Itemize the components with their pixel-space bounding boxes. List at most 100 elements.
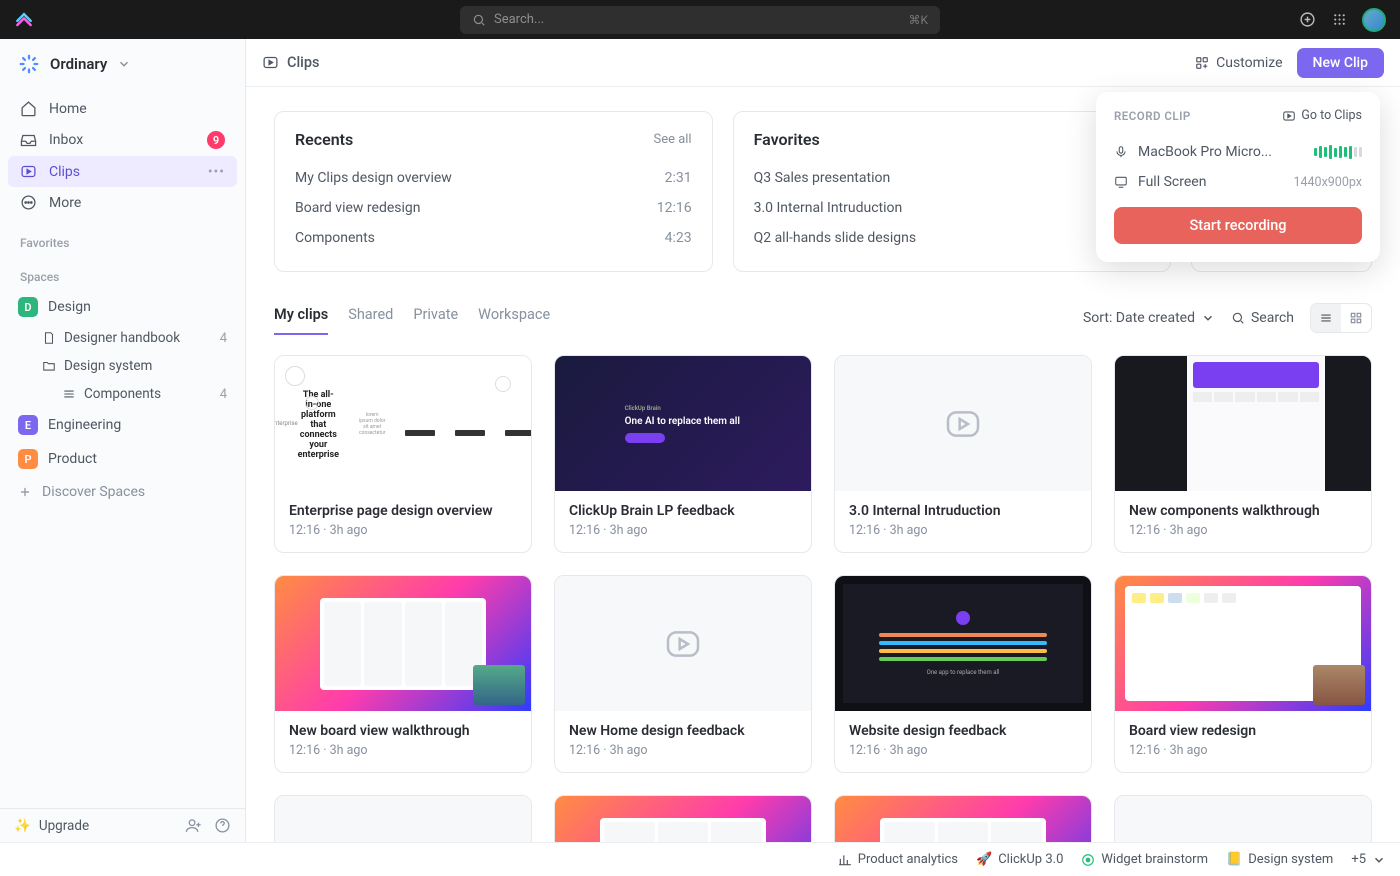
mic-label: MacBook Pro Micro... bbox=[1138, 144, 1272, 160]
apps-grid-icon[interactable] bbox=[1330, 11, 1348, 29]
mic-level-icon bbox=[1314, 145, 1362, 159]
clip-meta: 12:16 · 3h ago bbox=[1129, 743, 1357, 758]
more-icon bbox=[20, 194, 37, 211]
favorites-item[interactable]: Q2 all-hands slide designs9:07 bbox=[754, 223, 1151, 253]
space-child-design-system[interactable]: Design system bbox=[0, 352, 245, 380]
clip-card[interactable]: One app to replace them all Website desi… bbox=[834, 575, 1092, 773]
tab-private[interactable]: Private bbox=[413, 300, 458, 335]
clip-card[interactable] bbox=[554, 795, 812, 842]
discover-spaces[interactable]: Discover Spaces bbox=[0, 476, 245, 508]
clip-thumbnail bbox=[275, 796, 531, 842]
recents-title: Recents bbox=[295, 130, 353, 149]
clip-thumbnail bbox=[835, 796, 1091, 842]
clip-card[interactable]: New Home design feedback12:16 · 3h ago bbox=[554, 575, 812, 773]
clip-title: Website design feedback bbox=[849, 723, 1077, 739]
view-list-button[interactable] bbox=[1311, 304, 1341, 332]
space-child-count: 4 bbox=[220, 387, 227, 402]
favorites-item[interactable]: Q3 Sales presentation1:21 bbox=[754, 163, 1151, 193]
space-design-label: Design bbox=[48, 299, 91, 315]
space-child-components[interactable]: Components 4 bbox=[0, 380, 245, 408]
search-label: Search bbox=[1251, 310, 1294, 326]
tab-my-clips[interactable]: My clips bbox=[274, 300, 328, 335]
clip-card[interactable]: New board view walkthrough12:16 · 3h ago bbox=[274, 575, 532, 773]
clip-title: New components walkthrough bbox=[1129, 503, 1357, 519]
pip-avatar bbox=[473, 665, 525, 705]
nav-home[interactable]: Home bbox=[8, 93, 237, 124]
screen-icon bbox=[1114, 175, 1128, 189]
inbox-icon bbox=[20, 132, 37, 149]
goto-clips-link[interactable]: Go to Clips bbox=[1282, 108, 1362, 123]
view-grid-button[interactable] bbox=[1341, 304, 1371, 332]
space-engineering-chip: E bbox=[18, 415, 38, 435]
nav-more[interactable]: More bbox=[8, 187, 237, 218]
record-dot-icon bbox=[1081, 853, 1095, 867]
clip-meta: 12:16 · 3h ago bbox=[289, 523, 517, 538]
clip-card[interactable] bbox=[274, 795, 532, 842]
customize-button[interactable]: Customize bbox=[1195, 55, 1282, 71]
upgrade-button[interactable]: ✨ Upgrade bbox=[14, 818, 89, 834]
bb-design[interactable]: 📒Design system bbox=[1226, 852, 1333, 867]
clip-card[interactable]: 3.0 Internal Intruduction12:16 · 3h ago bbox=[834, 355, 1092, 553]
nav-clips[interactable]: Clips ••• bbox=[8, 156, 237, 187]
search-placeholder: Search... bbox=[494, 12, 544, 27]
sparkle-icon: ✨ bbox=[14, 818, 31, 834]
new-clip-button[interactable]: New Clip bbox=[1297, 48, 1384, 78]
bb-analytics[interactable]: Product analytics bbox=[838, 852, 958, 867]
clip-meta: 12:16 · 3h ago bbox=[569, 743, 797, 758]
bb-clickup[interactable]: 🚀ClickUp 3.0 bbox=[976, 852, 1063, 867]
clip-card[interactable] bbox=[834, 795, 1092, 842]
clip-icon bbox=[20, 163, 37, 180]
grid-icon bbox=[1349, 311, 1363, 325]
clip-title: ClickUp Brain LP feedback bbox=[569, 503, 797, 519]
clip-meta: 12:16 · 3h ago bbox=[569, 523, 797, 538]
user-avatar[interactable] bbox=[1362, 8, 1386, 32]
clip-thumbnail bbox=[275, 576, 531, 711]
search-shortcut: ⌘K bbox=[908, 13, 928, 27]
space-child-count: 4 bbox=[220, 331, 227, 346]
recents-item[interactable]: My Clips design overview2:31 bbox=[295, 163, 692, 193]
space-child-handbook[interactable]: Designer handbook 4 bbox=[0, 324, 245, 352]
clip-title: Board view redesign bbox=[1129, 723, 1357, 739]
space-engineering-label: Engineering bbox=[48, 417, 121, 433]
folder-icon bbox=[42, 359, 56, 373]
screen-selector[interactable]: Full Screen 1440x900px bbox=[1114, 167, 1362, 197]
plus-icon bbox=[18, 485, 32, 499]
tab-shared[interactable]: Shared bbox=[348, 300, 393, 335]
space-design[interactable]: D Design bbox=[0, 290, 245, 324]
start-recording-button[interactable]: Start recording bbox=[1114, 207, 1362, 244]
customize-label: Customize bbox=[1216, 55, 1282, 71]
space-engineering[interactable]: E Engineering bbox=[0, 408, 245, 442]
space-product-label: Product bbox=[48, 451, 97, 467]
clip-card[interactable]: New components walkthrough12:16 · 3h ago bbox=[1114, 355, 1372, 553]
invite-icon[interactable] bbox=[185, 817, 202, 834]
help-icon[interactable] bbox=[214, 817, 231, 834]
space-product[interactable]: P Product bbox=[0, 442, 245, 476]
workspace-name: Ordinary bbox=[50, 55, 107, 73]
global-search[interactable]: Search... ⌘K bbox=[460, 6, 940, 34]
recents-see-all[interactable]: See all bbox=[653, 132, 691, 147]
clip-card[interactable]: Enterprise The all-in-one platform that … bbox=[274, 355, 532, 553]
tab-workspace[interactable]: Workspace bbox=[478, 300, 550, 335]
topbar: Search... ⌘K bbox=[0, 0, 1400, 39]
workspace-switcher[interactable]: Ordinary bbox=[0, 39, 245, 89]
clip-card[interactable] bbox=[1114, 795, 1372, 842]
upgrade-label: Upgrade bbox=[39, 818, 89, 834]
search-clips[interactable]: Search bbox=[1231, 310, 1294, 326]
spaces-section-label: Spaces bbox=[0, 256, 245, 290]
record-clip-popover: RECORD CLIP Go to Clips MacBook Pro Micr… bbox=[1096, 92, 1380, 262]
recents-item[interactable]: Board view redesign12:16 bbox=[295, 193, 692, 223]
recents-card: Recents See all My Clips design overview… bbox=[274, 111, 713, 272]
clip-card[interactable]: ClickUp BrainOne AI to replace them all … bbox=[554, 355, 812, 553]
add-button[interactable] bbox=[1298, 11, 1316, 29]
play-placeholder-icon bbox=[663, 624, 703, 664]
sort-dropdown[interactable]: Sort: Date created bbox=[1083, 310, 1215, 326]
recents-item[interactable]: Components4:23 bbox=[295, 223, 692, 253]
mic-selector[interactable]: MacBook Pro Micro... bbox=[1114, 137, 1362, 167]
bb-widget[interactable]: Widget brainstorm bbox=[1081, 852, 1208, 867]
bb-more[interactable]: +5 bbox=[1351, 852, 1386, 867]
clip-thumbnail bbox=[1115, 576, 1371, 711]
nav-clips-more-icon[interactable]: ••• bbox=[208, 164, 225, 180]
favorites-item[interactable]: 3.0 Internal Intruduction3:24 bbox=[754, 193, 1151, 223]
clip-card[interactable]: Board view redesign 12:16 · 3h ago bbox=[1114, 575, 1372, 773]
nav-inbox[interactable]: Inbox 9 bbox=[8, 124, 237, 156]
